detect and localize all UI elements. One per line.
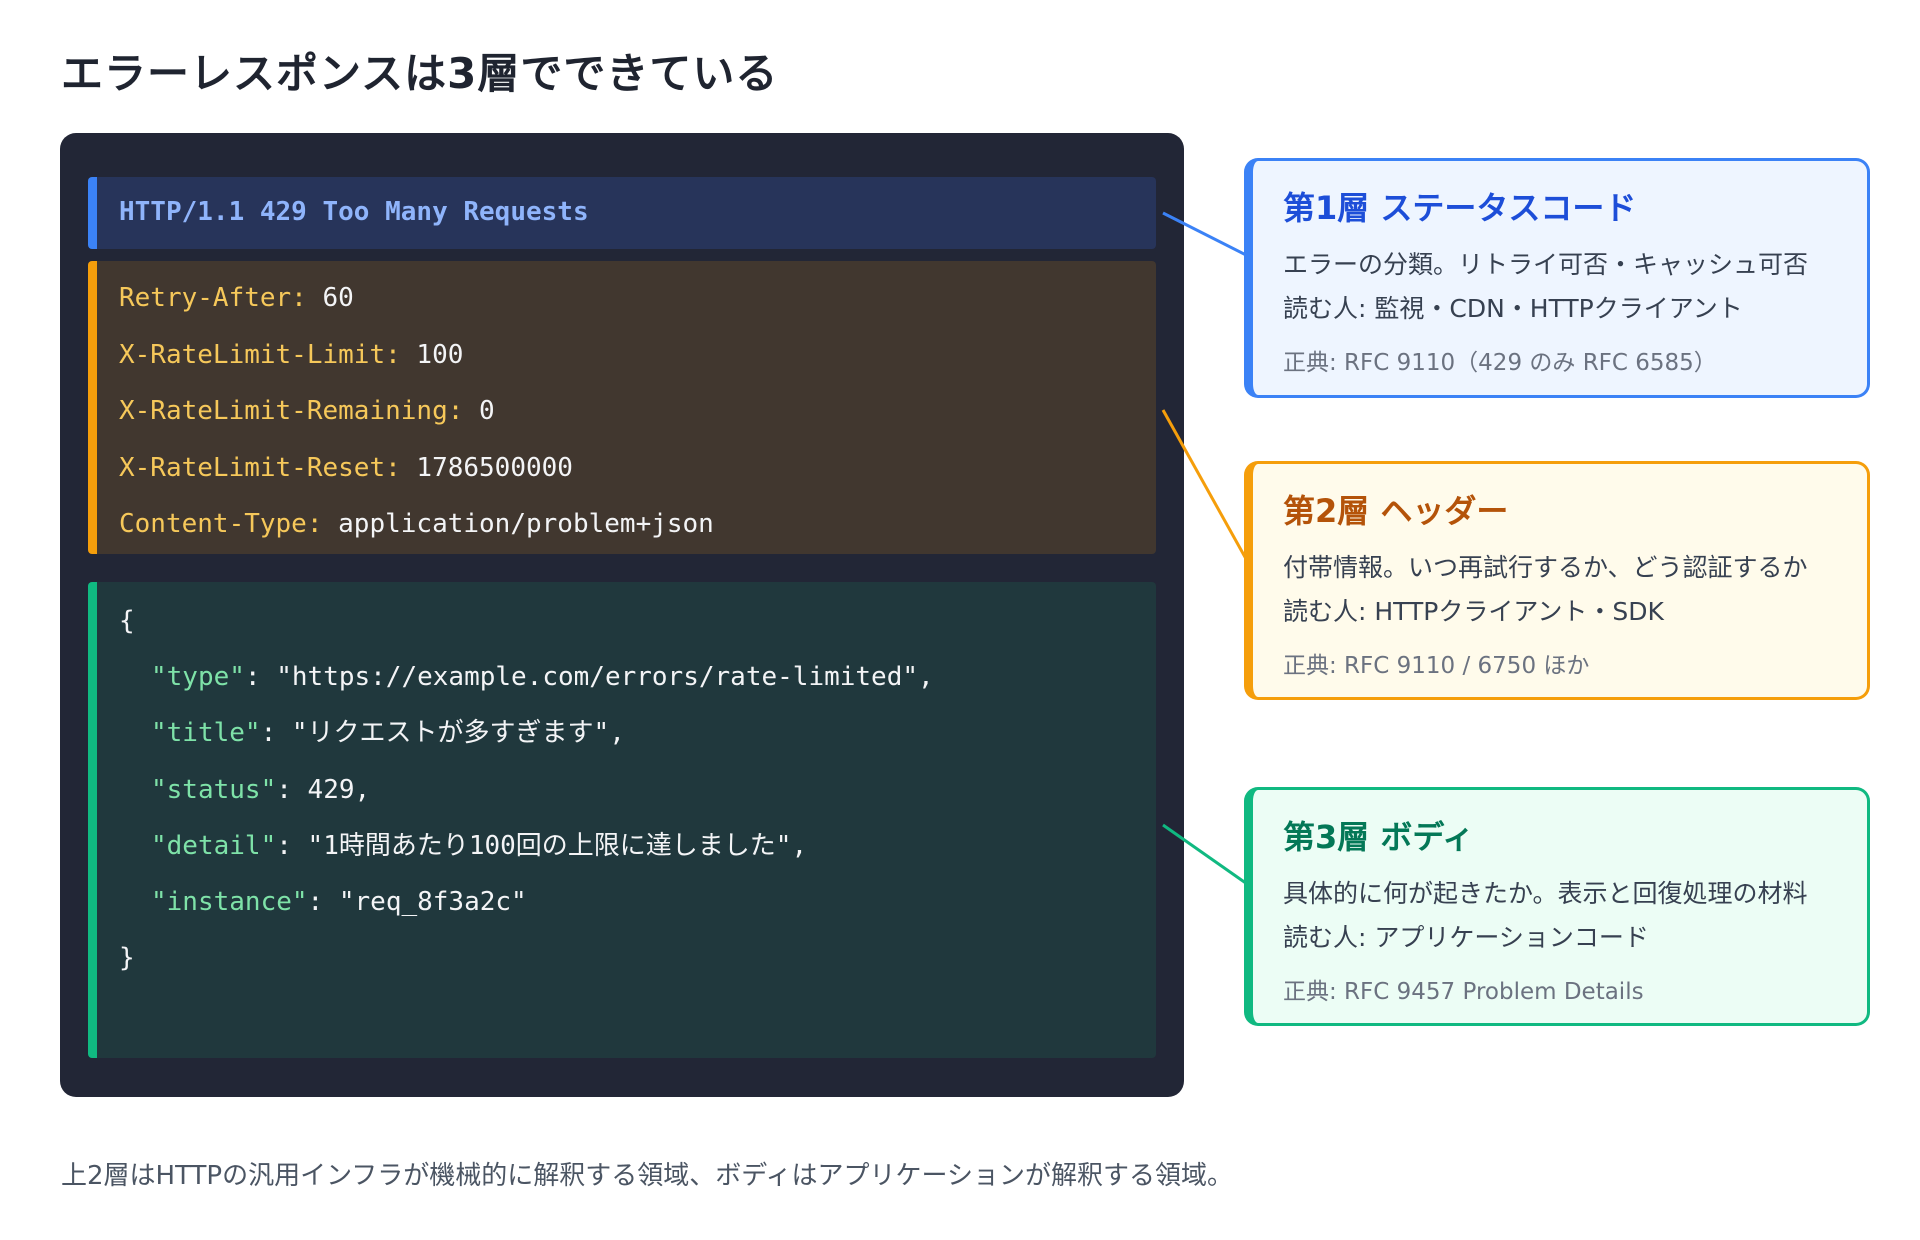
layer-card-readers: 読む人: 監視・CDN・HTTPクライアント bbox=[1283, 294, 1743, 323]
layer-card-description: 具体的に何が起きたか。表示と回復処理の材料 bbox=[1283, 879, 1808, 908]
layer-card-headers: 第2層 ヘッダー 付帯情報。いつ再試行するか、どう認証するか 読む人: HTTP… bbox=[1244, 461, 1870, 700]
layer-card-status-code: 第1層 ステータスコード エラーの分類。リトライ可否・キャッシュ可否 読む人: … bbox=[1244, 158, 1870, 398]
json-value: : 429, bbox=[276, 774, 371, 805]
json-open-brace: { bbox=[119, 606, 135, 636]
json-key: "detail" bbox=[151, 830, 277, 861]
layer-card-readers: 読む人: アプリケーションコード bbox=[1283, 923, 1649, 952]
status-line-block: HTTP/1.1 429 Too Many Requests bbox=[88, 177, 1156, 249]
header-value: 100 bbox=[400, 339, 464, 370]
body-block: { "type": "https://example.com/errors/ra… bbox=[88, 582, 1156, 1058]
header-value: 0 bbox=[463, 396, 495, 426]
json-key: "title" bbox=[151, 718, 261, 749]
json-key: "instance" bbox=[151, 886, 308, 917]
layer-card-source: 正典: RFC 9110（429 のみ RFC 6585） bbox=[1283, 350, 1717, 376]
header-value: 60 bbox=[306, 283, 354, 313]
json-value: : "req_8f3a2c" bbox=[307, 886, 527, 917]
layer-card-body: 第3層 ボディ 具体的に何が起きたか。表示と回復処理の材料 読む人: アプリケー… bbox=[1244, 787, 1870, 1026]
header-value: application/problem+json bbox=[322, 509, 714, 539]
header-line: Retry-After: 60 bbox=[119, 281, 1156, 338]
json-field: "detail": "1時間あたり100回の上限に達しました", bbox=[119, 829, 1156, 885]
header-key: Content-Type: bbox=[119, 509, 323, 539]
json-value: : "1時間あたり100回の上限に達しました", bbox=[276, 830, 808, 861]
json-field: "instance": "req_8f3a2c" bbox=[119, 885, 1156, 941]
json-key: "status" bbox=[151, 774, 277, 805]
layer-card-source: 正典: RFC 9457 Problem Details bbox=[1283, 979, 1644, 1005]
layer-card-source: 正典: RFC 9110 / 6750 ほか bbox=[1283, 653, 1590, 679]
header-key: Retry-After: bbox=[119, 283, 307, 313]
json-field: "type": "https://example.com/errors/rate… bbox=[119, 660, 1156, 716]
layer-card-title: 第1層 ステータスコード bbox=[1283, 189, 1637, 227]
header-line: Content-Type: application/problem+json bbox=[119, 507, 1156, 564]
header-key: X-RateLimit-Reset: bbox=[119, 452, 401, 483]
layer-card-description: 付帯情報。いつ再試行するか、どう認証するか bbox=[1283, 553, 1808, 582]
layer-card-title: 第3層 ボディ bbox=[1283, 818, 1475, 856]
json-close-brace: } bbox=[119, 943, 135, 974]
json-field: "status": 429, bbox=[119, 773, 1156, 829]
header-line: X-RateLimit-Remaining: 0 bbox=[119, 394, 1156, 451]
json-key: "type" bbox=[151, 662, 245, 693]
json-value: : "https://example.com/errors/rate-limit… bbox=[244, 662, 934, 693]
json-field: "title": "リクエストが多すぎます", bbox=[119, 716, 1156, 772]
footnote: 上2層はHTTPの汎用インフラが機械的に解釈する領域、ボディはアプリケーションが… bbox=[61, 1161, 1233, 1191]
layer-card-title: 第2層 ヘッダー bbox=[1283, 492, 1509, 530]
json-value: : "リクエストが多すぎます", bbox=[260, 718, 625, 749]
header-key: X-RateLimit-Limit: bbox=[119, 339, 401, 370]
header-line: X-RateLimit-Limit: 100 bbox=[119, 338, 1156, 395]
layer-card-description: エラーの分類。リトライ可否・キャッシュ可否 bbox=[1283, 250, 1809, 279]
status-line: HTTP/1.1 429 Too Many Requests bbox=[119, 197, 589, 227]
layer-card-readers: 読む人: HTTPクライアント・SDK bbox=[1283, 597, 1664, 626]
header-key: X-RateLimit-Remaining: bbox=[119, 396, 464, 426]
header-line: X-RateLimit-Reset: 1786500000 bbox=[119, 451, 1156, 508]
header-value: 1786500000 bbox=[400, 452, 573, 483]
page-title: エラーレスポンスは3層でできている bbox=[61, 49, 779, 98]
headers-block: Retry-After: 60 X-RateLimit-Limit: 100 X… bbox=[88, 261, 1156, 554]
http-response-panel: HTTP/1.1 429 Too Many Requests Retry-Aft… bbox=[60, 133, 1184, 1097]
